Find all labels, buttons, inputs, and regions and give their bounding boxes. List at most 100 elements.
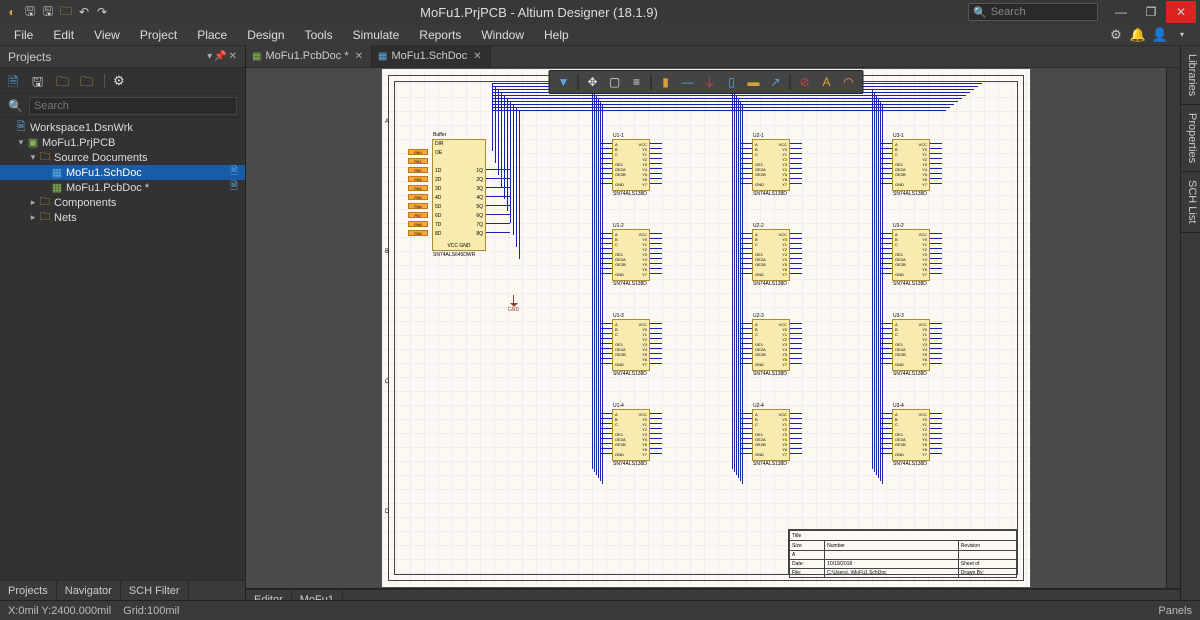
port-PA5[interactable]: PA5 <box>408 194 428 200</box>
notifications-icon[interactable]: 🔔 <box>1130 27 1146 43</box>
port-PA1[interactable]: PA1 <box>408 158 428 164</box>
component-U2-1[interactable]: U2-1 ABCOE1OE2AOE2BGND VCCY0Y1Y2Y3Y4Y5Y6… <box>752 139 790 191</box>
compile-icon[interactable]: 🗀 <box>56 73 72 89</box>
gnd-symbol[interactable]: GND <box>508 295 519 313</box>
panel-tab-projects[interactable]: Projects <box>0 581 57 601</box>
panel-close-icon[interactable]: ✕ <box>229 51 237 62</box>
schematic-sheet[interactable]: A B C D Buffer DIROE1D2D3D4D5D6D7D8D 1Q2… <box>381 68 1031 588</box>
menu-simulate[interactable]: Simulate <box>343 24 410 46</box>
statusbar: X:0mil Y:2400.000mil Grid:100mil Panels <box>0 600 1200 620</box>
menu-tools[interactable]: Tools <box>295 24 343 46</box>
window-title: MoFu1.PrjPCB - Altium Designer (18.1.9) <box>110 5 968 20</box>
port-PA4[interactable]: PA4 <box>408 185 428 191</box>
structure-icon[interactable]: 🗀 <box>80 73 96 89</box>
component-U1-2[interactable]: U1-2 ABCOE1OE2AOE2BGND VCCY0Y1Y2Y3Y4Y5Y6… <box>612 229 650 281</box>
panels-button[interactable]: Panels <box>1158 605 1192 617</box>
tree-item[interactable]: ▸ 🗀 Components <box>0 195 245 210</box>
port-PA6[interactable]: PA6 <box>408 203 428 209</box>
menu-reports[interactable]: Reports <box>409 24 471 46</box>
align-icon[interactable]: ≡ <box>627 72 647 92</box>
place-wire-icon[interactable]: — <box>678 72 698 92</box>
projects-tree[interactable]: 🗎 Workspace1.DsnWrk ▾ ▣ MoFu1.PrjPCB ▾ 🗀… <box>0 118 245 580</box>
save-all-icon[interactable]: 🖫 <box>40 4 56 20</box>
place-port-icon[interactable]: ▯ <box>722 72 742 92</box>
selection-icon[interactable]: ▢ <box>605 72 625 92</box>
doc-tab[interactable]: ▦MoFu1.PcbDoc *✕ <box>246 45 372 67</box>
close-button[interactable]: ✕ <box>1166 1 1196 23</box>
grid-label: Grid:100mil <box>123 605 179 617</box>
user-dropdown-icon[interactable]: ▾ <box>1174 27 1190 43</box>
rail-tab-libraries[interactable]: Libraries <box>1181 46 1200 105</box>
place-bus-icon[interactable]: ↗ <box>766 72 786 92</box>
place-part-icon[interactable]: ▮ <box>656 72 676 92</box>
menu-help[interactable]: Help <box>534 24 579 46</box>
arc-icon[interactable]: ◠ <box>839 72 859 92</box>
menu-window[interactable]: Window <box>471 24 534 46</box>
tree-item[interactable]: ▦ MoFu1.PcbDoc * 🗎 <box>0 180 245 195</box>
maximize-button[interactable]: ❐ <box>1136 1 1166 23</box>
close-tab-icon[interactable]: ✕ <box>353 51 363 62</box>
save-proj-icon[interactable]: 🖫 <box>32 73 48 89</box>
projects-search-input[interactable] <box>29 97 237 115</box>
tree-item[interactable]: ▸ 🗀 Nets <box>0 210 245 225</box>
component-U2-2[interactable]: U2-2 ABCOE1OE2AOE2BGND VCCY0Y1Y2Y3Y4Y5Y6… <box>752 229 790 281</box>
panel-tab-sch-filter[interactable]: SCH Filter <box>121 581 189 601</box>
menubar: FileEditViewProjectPlaceDesignToolsSimul… <box>0 24 1200 46</box>
component-U3-2[interactable]: U3-2 ABCOE1OE2AOE2BGND VCCY0Y1Y2Y3Y4Y5Y6… <box>892 229 930 281</box>
port-PA7[interactable]: PA7 <box>408 212 428 218</box>
app-logo-icon: ◐ <box>4 4 20 20</box>
panel-title: Projects <box>8 50 207 64</box>
close-tab-icon[interactable]: ✕ <box>471 51 481 62</box>
menu-project[interactable]: Project <box>130 24 187 46</box>
text-icon[interactable]: A <box>817 72 837 92</box>
menu-place[interactable]: Place <box>187 24 237 46</box>
move-icon[interactable]: ✥ <box>583 72 603 92</box>
component-buffer[interactable]: Buffer DIROE1D2D3D4D5D6D7D8D 1Q2Q3Q4Q5Q6… <box>432 139 486 251</box>
document-tabs: ▦MoFu1.PcbDoc *✕▦MoFu1.SchDoc✕ <box>246 46 1180 68</box>
proj-settings-icon[interactable]: ⚙ <box>113 73 129 89</box>
component-U3-3[interactable]: U3-3 ABCOE1OE2AOE2BGND VCCY0Y1Y2Y3Y4Y5Y6… <box>892 319 930 371</box>
menu-edit[interactable]: Edit <box>43 24 84 46</box>
settings-icon[interactable]: ⚙ <box>1108 27 1124 43</box>
global-search-input[interactable]: 🔍 Search <box>968 3 1098 21</box>
tree-item[interactable]: 🗎 Workspace1.DsnWrk <box>0 120 245 135</box>
menu-view[interactable]: View <box>84 24 130 46</box>
rail-tab-properties[interactable]: Properties <box>1181 105 1200 172</box>
port-PA9[interactable]: PA9 <box>408 230 428 236</box>
panel-tab-navigator[interactable]: Navigator <box>57 581 121 601</box>
redo-icon[interactable]: ↷ <box>94 4 110 20</box>
place-gnd-icon[interactable]: ⏚ <box>700 72 720 92</box>
tree-item[interactable]: ▾ 🗀 Source Documents <box>0 150 245 165</box>
place-net-icon[interactable]: ▬ <box>744 72 764 92</box>
component-U1-3[interactable]: U1-3 ABCOE1OE2AOE2BGND VCCY0Y1Y2Y3Y4Y5Y6… <box>612 319 650 371</box>
save-icon[interactable]: 🖫 <box>22 4 38 20</box>
port-PA0[interactable]: PA0 <box>408 149 428 155</box>
vertical-scrollbar[interactable] <box>1166 68 1180 588</box>
component-U1-1[interactable]: U1-1 ABCOE1OE2AOE2BGND VCCY0Y1Y2Y3Y4Y5Y6… <box>612 139 650 191</box>
rail-tab-sch-list[interactable]: SCH List <box>1181 172 1200 232</box>
user-icon[interactable]: 👤 <box>1152 27 1168 43</box>
component-U1-4[interactable]: U1-4 ABCOE1OE2AOE2BGND VCCY0Y1Y2Y3Y4Y5Y6… <box>612 409 650 461</box>
tree-item[interactable]: ▦ MoFu1.SchDoc 🗎 <box>0 165 245 180</box>
new-doc-icon[interactable]: 🗎 <box>8 73 24 89</box>
component-U3-1[interactable]: U3-1 ABCOE1OE2AOE2BGND VCCY0Y1Y2Y3Y4Y5Y6… <box>892 139 930 191</box>
component-U3-4[interactable]: U3-4 ABCOE1OE2AOE2BGND VCCY0Y1Y2Y3Y4Y5Y6… <box>892 409 930 461</box>
menu-design[interactable]: Design <box>237 24 294 46</box>
schematic-canvas[interactable]: ▼ ✥ ▢ ≡ ▮ — ⏚ ▯ ▬ ↗ ⊘ A ◠ <box>246 68 1166 588</box>
port-PA3[interactable]: PA3 <box>408 176 428 182</box>
filter-icon[interactable]: ▼ <box>554 72 574 92</box>
component-U2-3[interactable]: U2-3 ABCOE1OE2AOE2BGND VCCY0Y1Y2Y3Y4Y5Y6… <box>752 319 790 371</box>
doc-tab[interactable]: ▦MoFu1.SchDoc✕ <box>372 45 491 67</box>
tree-item[interactable]: ▾ ▣ MoFu1.PrjPCB <box>0 135 245 150</box>
component-U2-4[interactable]: U2-4 ABCOE1OE2AOE2BGND VCCY0Y1Y2Y3Y4Y5Y6… <box>752 409 790 461</box>
no-erc-icon[interactable]: ⊘ <box>795 72 815 92</box>
open-icon[interactable]: 🗀 <box>58 4 74 20</box>
port-PA8[interactable]: PA8 <box>408 221 428 227</box>
undo-icon[interactable]: ↶ <box>76 4 92 20</box>
panel-pin-icon[interactable]: 📌 <box>214 51 226 62</box>
minimize-button[interactable]: — <box>1106 1 1136 23</box>
menu-file[interactable]: File <box>4 24 43 46</box>
panel-dropdown-icon[interactable]: ▾ <box>207 51 212 62</box>
search-icon: 🔍 <box>8 99 23 113</box>
port-PA2[interactable]: PA2 <box>408 167 428 173</box>
